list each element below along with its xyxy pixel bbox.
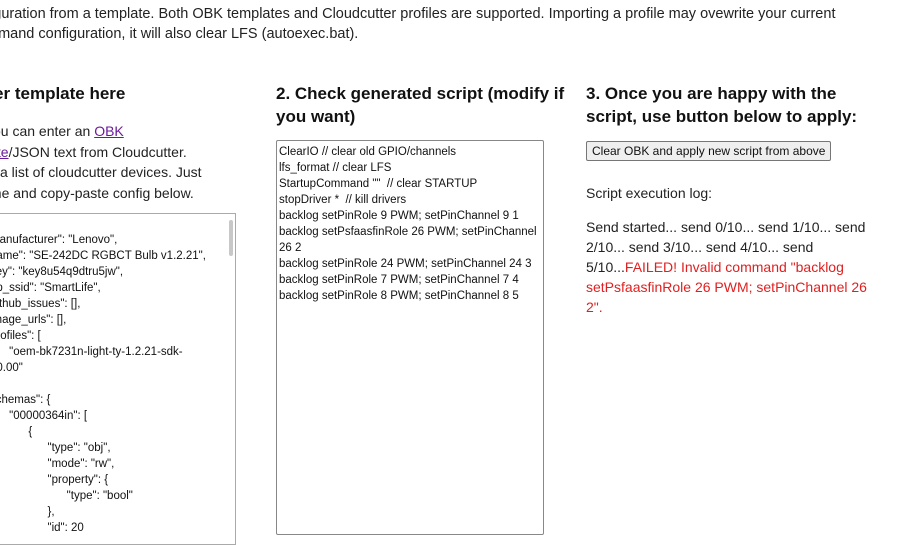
desc-line-3: is a list of cloudcutter devices. Just <box>0 164 202 180</box>
json-line: { <box>28 426 33 438</box>
desc-line-4: one and copy-paste config below. <box>0 184 194 201</box>
json-line: 40.00" <box>0 362 23 374</box>
json-line: "type": "bool" <box>0 490 133 502</box>
template-link[interactable]: late <box>0 144 9 160</box>
step1-title: nter template here <box>0 84 126 103</box>
json-line: manufacturer": "Lenovo", <box>0 234 118 246</box>
json-line: "id": 20 <box>47 522 84 534</box>
generated-script-text: ClearIO // clear old GPIO/channels lfs_f… <box>279 146 537 302</box>
json-line: "type": "obj", <box>0 442 111 454</box>
json-line: name": "SE-242DC RGBCT Bulb v1.2.21", <box>0 250 206 262</box>
apply-script-button[interactable]: Clear OBK and apply new script from abov… <box>586 141 832 161</box>
log-label: Script execution log: <box>586 185 713 201</box>
json-line: image_urls": [], <box>0 314 67 326</box>
template-input-textarea[interactable]: manufacturer": "Lenovo", name": "SE-242DC… <box>0 213 236 545</box>
json-line: "property": { <box>0 474 109 486</box>
json-line: github_issues": [], <box>0 298 81 310</box>
json-line: }, <box>47 506 55 518</box>
step3-title: 3. Once you are happy with the script, u… <box>586 84 858 126</box>
json-line: "mode": "rw", <box>0 458 115 470</box>
template-json-text: manufacturer": "Lenovo", name": "SE-242DC… <box>0 232 222 536</box>
step1-description: you can enter an OBK late/JSON text from… <box>0 121 236 203</box>
json-line: "oem-bk7231n-light-ty-1.2.21-sdk- <box>0 346 183 358</box>
desc-text: /JSON text from Cloudcutter. <box>8 143 187 160</box>
step2-title: 2. Check generated script (modify if you… <box>276 84 565 126</box>
generated-script-textarea[interactable]: ClearIO // clear old GPIO/channels lfs_f… <box>276 140 544 535</box>
obk-link[interactable]: OBK <box>94 123 124 139</box>
intro-line-1: figuration from a template. Both OBK tem… <box>0 6 836 22</box>
json-line: profiles": [ <box>0 330 41 342</box>
json-line: ap_ssid": "SmartLife", <box>0 282 101 294</box>
json-line <box>0 376 222 392</box>
json-line: schemas": { <box>0 394 51 406</box>
json-line: key": "key8u54q9dtru5jw", <box>0 266 124 278</box>
intro-text: figuration from a template. Both OBK tem… <box>0 4 898 44</box>
textarea-scrollbar[interactable] <box>229 220 233 256</box>
intro-line-2: mmand configuration, it will also clear … <box>0 26 359 42</box>
log-error-text: FAILED! Invalid command "backlog setPsfa… <box>586 259 867 315</box>
desc-text: you can enter an <box>0 123 91 139</box>
json-line: "00000364in": [ <box>9 410 88 422</box>
execution-log: Send started... send 0/10... send 1/10..… <box>586 217 868 317</box>
